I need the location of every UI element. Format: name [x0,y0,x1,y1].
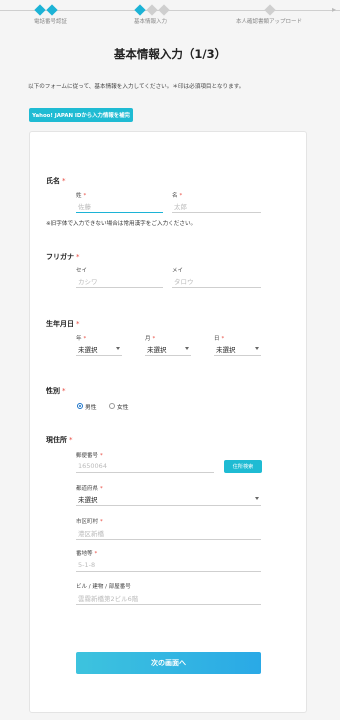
building-input[interactable]: 雲霧新橋第2ビル6階 [76,591,261,605]
step-1-marker-icon [46,4,58,16]
birth-month-label: 月 * [145,336,156,342]
kana-last-label: セイ [76,268,88,274]
step-2-label: 基本情報入力 [134,19,168,25]
step-3-marker-icon [264,4,276,16]
birth-section-title: 生年月日 * [46,320,80,328]
step-2-marker-icon [146,4,158,16]
prefecture-label: 都道府県 * [76,486,103,492]
chevron-down-icon [255,347,259,350]
chevron-down-icon [185,347,189,350]
gender-female-label: 女性 [117,405,129,411]
step-3-label: 本人確認書類アップロード [236,19,303,25]
chevron-down-icon [116,347,120,350]
gender-male-radio[interactable] [77,403,83,409]
address-section-title: 現住所 * [46,436,73,444]
kana-section-title: フリガナ * [46,253,80,261]
yahoo-autofill-button[interactable]: Yahoo! JAPAN IDから入力情報を補完 [29,108,133,122]
birth-year-select[interactable]: 未選択 [76,342,122,356]
step-2-marker-icon [134,4,146,16]
kana-last-input[interactable]: カシワ [76,274,163,288]
step-1-label: 電話番号認証 [34,19,68,25]
step-1-marker-icon [34,4,46,16]
building-label: ビル / 建物 / 部屋番号 [76,584,131,590]
progress-stepper: 電話番号認証 基本情報入力 本人確認書類アップロード ▸ [0,0,340,30]
birth-year-label: 年 * [76,336,87,342]
gender-female-radio[interactable] [109,403,115,409]
intro-text: 以下のフォームに従って、基本情報を入力してください。＊印は必須項目となります。 [28,84,245,90]
postal-code-label: 郵便番号 * [76,453,103,459]
last-name-input[interactable]: 佐藤 [76,199,163,213]
first-name-label: 名 * [172,193,183,199]
city-label: 市区町村 * [76,519,103,525]
name-section-title: 氏名 * [46,177,66,185]
page-title: 基本情報入力（1/3） [113,47,227,61]
birth-day-select[interactable]: 未選択 [214,342,261,356]
arrow-right-icon: ▸ [331,5,336,14]
street-input[interactable]: 5-1-8 [76,558,261,572]
birth-day-label: 日 * [214,336,225,342]
prefecture-select[interactable]: 未選択 [76,492,261,506]
kana-first-input[interactable]: タロウ [172,274,261,288]
step-2-marker-icon [158,4,170,16]
street-label: 番地等 * [76,551,98,557]
first-name-input[interactable]: 太郎 [172,199,261,213]
gender-male-label: 男性 [85,405,97,411]
birth-month-select[interactable]: 未選択 [145,342,191,356]
city-input[interactable]: 港区新橋 [76,526,261,540]
last-name-label: 姓 * [76,193,87,199]
gender-section-title: 性別 * [46,387,66,395]
next-button[interactable]: 次の画面へ [76,652,261,674]
address-search-button[interactable]: 住所検索 [224,460,262,473]
postal-code-input[interactable]: 1650064 [76,459,214,473]
kana-first-label: メイ [172,268,184,274]
chevron-down-icon [255,497,259,500]
name-note: ※旧字体で入力できない場合は常用漢字をご入力ください。 [46,221,197,227]
